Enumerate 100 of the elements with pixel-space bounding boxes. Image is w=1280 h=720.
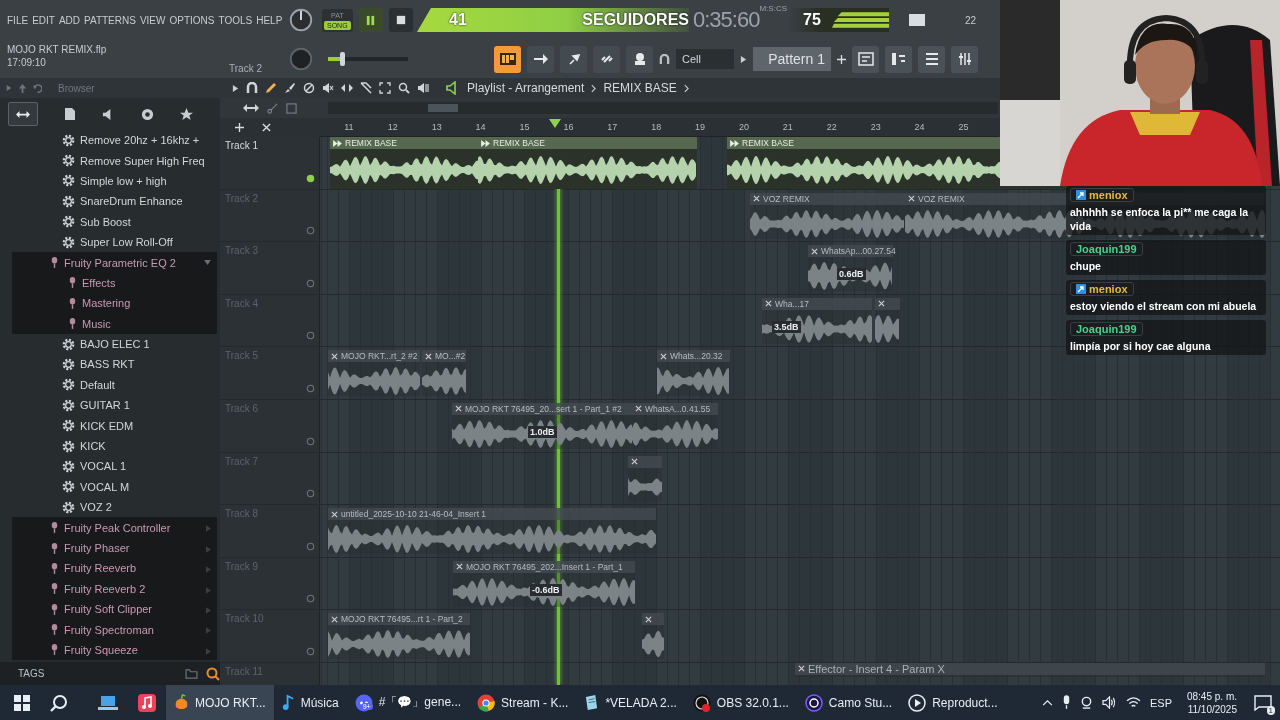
clip-menu-icon[interactable] [878, 300, 885, 308]
piano-button[interactable] [885, 45, 912, 73]
clip-menu-icon[interactable] [908, 195, 915, 203]
link-button[interactable] [593, 45, 620, 73]
browser-item[interactable]: Simple low + high [12, 170, 217, 192]
menu-item[interactable]: EDIT [32, 14, 55, 26]
track-led-icon[interactable] [306, 173, 315, 183]
clip-menu-icon[interactable] [798, 665, 805, 673]
knob-icon[interactable] [288, 7, 314, 33]
clip-icon[interactable] [730, 139, 739, 147]
track-led-icon[interactable] [306, 489, 315, 499]
clip-menu-icon[interactable] [331, 615, 338, 623]
volume-icon[interactable] [1101, 696, 1117, 709]
clip-menu-icon[interactable] [635, 405, 642, 413]
file-icon[interactable] [64, 107, 76, 121]
taskbar-app[interactable]: *VELADA 2... [576, 685, 685, 720]
track-led-icon[interactable] [306, 594, 315, 604]
play-button[interactable] [358, 8, 383, 32]
clip-menu-icon[interactable] [331, 510, 338, 518]
audio-clip[interactable]: WhatsA...0.41.55 [632, 402, 718, 449]
browser-item[interactable]: SnareDrum Enhance [12, 191, 217, 212]
search-icon[interactable] [50, 693, 68, 712]
audio-clip[interactable] [642, 613, 664, 660]
browser-item[interactable]: VOCAL M [12, 476, 217, 498]
audio-clip[interactable]: MO...#2 [422, 350, 466, 397]
audio-clip[interactable]: MOJO RKT 76495_202...Insert 1 - Part_1 -0.6dB [453, 560, 635, 607]
track-led-icon[interactable] [306, 436, 315, 446]
scissors-icon[interactable] [267, 102, 278, 114]
track-led-icon[interactable] [306, 383, 315, 393]
add-icon[interactable] [837, 54, 846, 64]
taskbar-app[interactable]: MOJO RKT... [166, 685, 274, 720]
magnet-icon[interactable] [246, 82, 258, 94]
playlist-button[interactable] [852, 45, 879, 73]
audio-clip[interactable]: MOJO RKT 76495...rt 1 - Part_2 [328, 613, 470, 660]
overview-scrollbar[interactable] [328, 102, 998, 114]
star-icon[interactable] [180, 107, 193, 121]
caret-icon[interactable] [232, 83, 239, 93]
zoom-icon[interactable] [398, 82, 410, 94]
browser-item[interactable]: Fruity Squeeze [12, 639, 217, 661]
plugin-icon[interactable] [141, 107, 154, 121]
clock-date[interactable]: 11/10/2025 [1187, 702, 1237, 716]
stamp-button[interactable] [626, 45, 653, 73]
browser-item[interactable]: Fruity Peak Controller [12, 517, 217, 538]
mixer-button[interactable] [951, 45, 978, 73]
browser-item[interactable]: VOZ 2 [12, 497, 217, 518]
microphone-icon[interactable] [1061, 695, 1071, 710]
audio-clip[interactable]: Wha...17 3.5dB [762, 297, 872, 344]
search-icon[interactable] [206, 666, 220, 681]
clock-time[interactable]: 08:45 p. m. [1186, 689, 1237, 703]
select-icon[interactable] [379, 82, 391, 94]
plug-button[interactable] [560, 45, 587, 73]
browser-item[interactable]: Music [12, 313, 217, 334]
menu-item[interactable]: FILE [7, 14, 29, 26]
browser-item[interactable]: Remove 20hz + 16khz + [12, 130, 217, 151]
menu-item[interactable]: VIEW [139, 14, 166, 26]
mute-icon[interactable] [322, 82, 334, 94]
browser-item[interactable]: Mastering [12, 293, 217, 314]
breadcrumb[interactable]: REMIX BASE [603, 81, 677, 95]
close-icon[interactable] [262, 123, 271, 132]
piano-roll-button[interactable] [494, 45, 521, 73]
caret-icon[interactable] [204, 260, 211, 266]
browser-item[interactable]: Fruity Phaser [12, 537, 217, 559]
taskbar-app[interactable]: OBS 32.0.1... [684, 685, 797, 720]
clip-menu-icon[interactable] [425, 352, 432, 360]
clip-menu-icon[interactable] [660, 352, 667, 360]
track-led-icon[interactable] [306, 541, 315, 551]
browser-item[interactable]: Fruity Parametric EQ 2 [12, 252, 217, 273]
browser-item[interactable]: Default [12, 374, 217, 396]
add-icon[interactable] [235, 123, 244, 132]
taskbar-app[interactable]: Stream - K... [469, 685, 577, 720]
audio-clip[interactable]: REMIX BASE [330, 137, 478, 189]
menu-item[interactable]: HELP [256, 14, 283, 26]
audio-clip[interactable] [875, 297, 900, 344]
arrows-icon[interactable] [243, 103, 259, 113]
up-arrow-icon[interactable] [18, 83, 27, 93]
browser-item[interactable]: Remove Super High Freq [12, 150, 217, 171]
caret-icon[interactable] [740, 54, 747, 64]
camera-icon[interactable] [1079, 696, 1093, 709]
audio-clip[interactable]: Effector - Insert 4 - Param X [795, 662, 1265, 677]
clip-menu-icon[interactable] [456, 563, 463, 571]
menu-item[interactable]: OPTIONS [169, 14, 215, 26]
audio-clip[interactable]: MOJO RKT...rt_2 #2 [328, 350, 420, 397]
arrow-button[interactable] [527, 45, 554, 73]
caret-up-icon[interactable] [1041, 699, 1053, 706]
audio-clip[interactable]: Whats...20.32 [657, 350, 730, 397]
tags-label[interactable]: TAGS [18, 668, 45, 679]
brush-icon[interactable] [284, 82, 296, 94]
browser-item[interactable]: Fruity Spectroman [12, 619, 217, 640]
slip-icon[interactable] [341, 82, 353, 94]
clip-menu-icon[interactable] [455, 405, 462, 413]
notification-icon[interactable] [1254, 694, 1272, 711]
menu-item[interactable]: TOOLS [218, 14, 253, 26]
magnet-icon[interactable] [659, 53, 670, 65]
snap-select[interactable]: Cell [676, 49, 734, 69]
track-led-icon[interactable] [306, 331, 315, 341]
taskbar-app[interactable]: Música [273, 685, 347, 720]
slice-icon[interactable] [360, 82, 372, 94]
channel-rack-button[interactable] [918, 45, 945, 73]
clip-menu-icon[interactable] [753, 195, 760, 203]
clip-icon[interactable] [481, 139, 490, 147]
